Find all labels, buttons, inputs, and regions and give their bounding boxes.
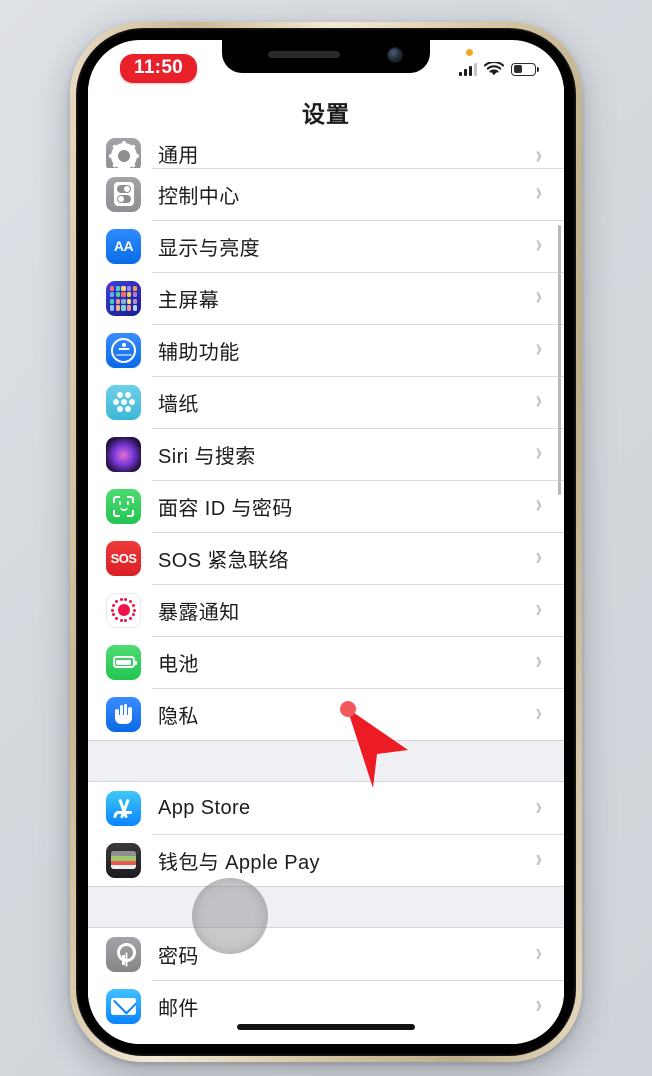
settings-row-privacy[interactable]: 隐私 › bbox=[88, 688, 564, 740]
hand-glyph bbox=[115, 704, 133, 724]
settings-row-label: 密码 bbox=[158, 945, 199, 968]
wifi-icon bbox=[484, 61, 504, 75]
settings-row-battery[interactable]: 电池 › bbox=[88, 636, 564, 688]
microphone-in-use-dot-icon bbox=[466, 48, 473, 56]
face-id-icon bbox=[106, 488, 141, 524]
iphone-device: 11:50 设置 通用 › 控制中心 › AA 显示与亮度 › 主屏幕 › 辅助… bbox=[70, 22, 582, 1062]
settings-row-label: 通用 bbox=[158, 145, 199, 167]
passwords-key-icon bbox=[106, 936, 141, 972]
settings-row-face-id[interactable]: 面容 ID 与密码 › bbox=[88, 480, 564, 532]
chevron-right-icon: › bbox=[535, 283, 542, 312]
settings-list[interactable]: 通用 › 控制中心 › AA 显示与亮度 › 主屏幕 › 辅助功能 › 墙纸 ›… bbox=[88, 138, 564, 1044]
chevron-right-icon: › bbox=[535, 595, 542, 624]
sos-icon: SOS bbox=[106, 540, 141, 576]
settings-row-exposure-notifications[interactable]: 暴露通知 › bbox=[88, 584, 564, 636]
app-store-icon bbox=[106, 790, 141, 826]
battery-fill bbox=[513, 65, 522, 73]
aa-glyph: AA bbox=[113, 238, 134, 254]
wallet-icon bbox=[106, 842, 141, 878]
settings-row-app-store[interactable]: App Store › bbox=[88, 782, 564, 834]
chevron-right-icon: › bbox=[535, 179, 542, 208]
vertical-scrollbar[interactable] bbox=[558, 225, 561, 495]
chevron-right-icon: › bbox=[535, 387, 542, 416]
settings-row-label: SOS 紧急联络 bbox=[158, 549, 289, 572]
navigation-bar: 设置 bbox=[88, 86, 564, 138]
chevron-right-icon: › bbox=[535, 491, 542, 520]
settings-row-label: 钱包与 Apple Pay bbox=[158, 851, 320, 874]
mail-envelope-icon bbox=[106, 988, 141, 1024]
settings-row-label: 辅助功能 bbox=[158, 341, 240, 364]
siri-icon bbox=[106, 436, 141, 472]
chevron-right-icon: › bbox=[535, 335, 542, 364]
settings-row-control-center[interactable]: 控制中心 › bbox=[88, 168, 564, 220]
flower-glyph bbox=[112, 390, 136, 414]
display-brightness-icon: AA bbox=[106, 228, 141, 264]
home-grid-glyph bbox=[110, 285, 137, 311]
chevron-right-icon: › bbox=[535, 939, 542, 968]
settings-row-general[interactable]: 通用 › bbox=[88, 138, 564, 173]
chevron-right-icon: › bbox=[535, 231, 542, 260]
chevron-right-icon: › bbox=[535, 991, 542, 1020]
settings-row-label: Siri 与搜索 bbox=[158, 445, 256, 468]
gear-glyph bbox=[108, 140, 139, 171]
home-indicator-bar[interactable] bbox=[237, 1024, 415, 1030]
front-camera-icon bbox=[388, 48, 402, 62]
wallpaper-icon bbox=[106, 384, 141, 420]
sos-glyph: SOS bbox=[110, 550, 137, 566]
settings-row-label: 主屏幕 bbox=[158, 289, 220, 312]
chevron-right-icon: › bbox=[535, 793, 542, 822]
settings-row-siri[interactable]: Siri 与搜索 › bbox=[88, 428, 564, 480]
accessibility-icon bbox=[106, 332, 141, 368]
chevron-right-icon: › bbox=[535, 699, 542, 728]
earpiece-speaker-icon bbox=[268, 51, 340, 58]
privacy-hand-icon bbox=[106, 696, 141, 732]
chevron-right-icon: › bbox=[535, 439, 542, 468]
settings-row-home-screen[interactable]: 主屏幕 › bbox=[88, 272, 564, 324]
settings-row-wallet-apple-pay[interactable]: 钱包与 Apple Pay › bbox=[88, 834, 564, 886]
section-separator bbox=[88, 886, 564, 928]
exposure-glyph bbox=[111, 597, 137, 623]
settings-row-emergency-sos[interactable]: SOS SOS 紧急联络 › bbox=[88, 532, 564, 584]
settings-row-wallpaper[interactable]: 墙纸 › bbox=[88, 376, 564, 428]
settings-row-label: 邮件 bbox=[158, 997, 199, 1020]
battery-icon bbox=[511, 62, 539, 76]
cellular-signal-icon bbox=[459, 62, 477, 76]
key-glyph bbox=[117, 943, 136, 965]
settings-row-label: 面容 ID 与密码 bbox=[158, 497, 293, 520]
page-title: 设置 bbox=[302, 101, 350, 127]
settings-row-accessibility[interactable]: 辅助功能 › bbox=[88, 324, 564, 376]
battery-settings-icon bbox=[106, 644, 141, 680]
settings-row-label: 暴露通知 bbox=[158, 601, 240, 624]
wallet-glyph bbox=[111, 851, 136, 869]
settings-row-label: 隐私 bbox=[158, 705, 199, 728]
notch bbox=[222, 40, 430, 73]
app-store-glyph bbox=[112, 798, 135, 819]
phone-screen: 11:50 设置 通用 › 控制中心 › AA 显示与亮度 › 主屏幕 › 辅助… bbox=[88, 40, 564, 1044]
chevron-right-icon: › bbox=[535, 647, 542, 676]
settings-row-label: App Store bbox=[158, 796, 251, 819]
settings-row-label: 显示与亮度 bbox=[158, 237, 260, 260]
exposure-notification-icon bbox=[106, 592, 141, 628]
settings-row-label: 电池 bbox=[158, 653, 199, 676]
chevron-right-icon: › bbox=[535, 845, 542, 874]
control-center-glyph bbox=[113, 182, 134, 206]
face-id-glyph bbox=[113, 495, 134, 517]
home-screen-icon bbox=[106, 280, 141, 316]
settings-row-display-brightness[interactable]: AA 显示与亮度 › bbox=[88, 220, 564, 272]
envelope-glyph bbox=[111, 997, 136, 1015]
recording-time-pill[interactable]: 11:50 bbox=[120, 53, 198, 83]
settings-row-passwords[interactable]: 密码 › bbox=[88, 928, 564, 980]
section-separator bbox=[88, 740, 564, 782]
settings-row-label: 控制中心 bbox=[158, 185, 240, 208]
accessibility-glyph bbox=[111, 337, 136, 363]
battery-glyph bbox=[112, 656, 137, 668]
settings-row-label: 墙纸 bbox=[158, 393, 199, 416]
chevron-right-icon: › bbox=[535, 543, 542, 572]
status-icons bbox=[459, 48, 539, 77]
control-center-icon bbox=[106, 176, 141, 212]
